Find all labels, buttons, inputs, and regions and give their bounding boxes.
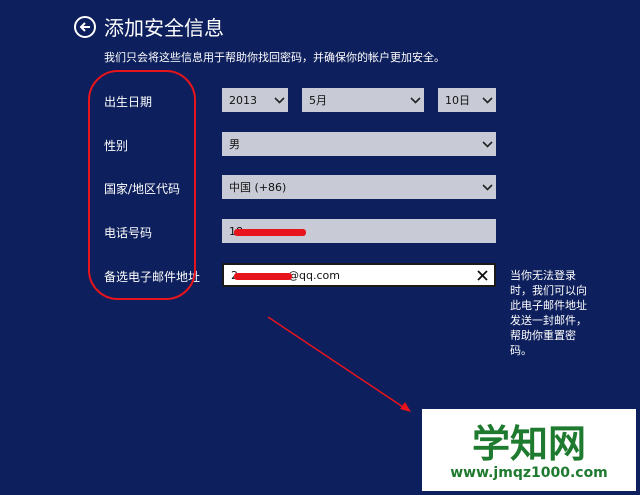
watermark-title: 学知网 (471, 422, 586, 466)
watermark-url: www.jmqz1000.com (450, 465, 608, 481)
watermark: 学知网 www.jmqz1000.com (422, 409, 636, 491)
